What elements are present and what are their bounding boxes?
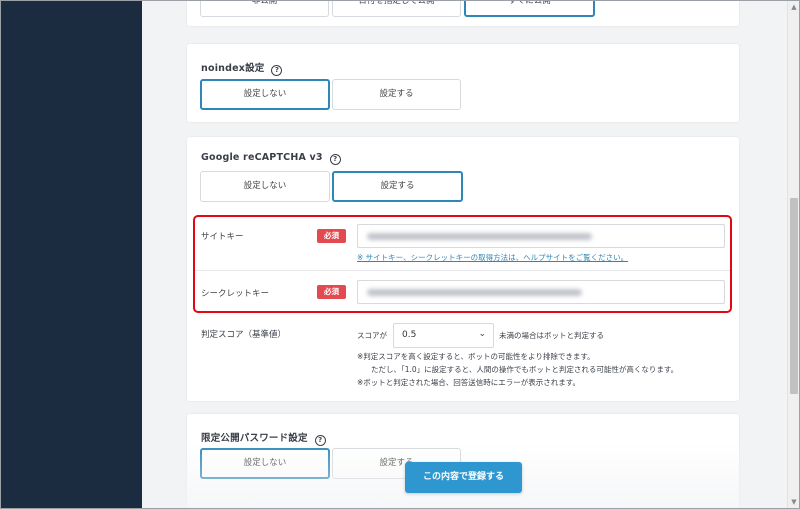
score-note-2: ただし、「1.0」に設定すると、人間の操作でもボットと判定される可能性が高くなり… xyxy=(371,365,679,374)
score-note-3: ※ボットと判定された場合、回答送信時にエラーが表示されます。 xyxy=(357,378,581,387)
noindex-title-row: noindex設定? xyxy=(201,60,283,76)
recaptcha-option-off[interactable]: 設定しない xyxy=(200,171,330,202)
password-option-off[interactable]: 設定しない xyxy=(200,448,330,479)
password-title-row: 限定公開パスワード設定? xyxy=(201,430,326,446)
score-note-1: ※判定スコアを高く設定すると、ボットの可能性をより排除できます。 xyxy=(357,352,595,361)
score-prefix: スコアが xyxy=(357,331,387,340)
score-select[interactable]: 0.5 ⌄ xyxy=(393,323,494,348)
publish-option-private[interactable]: 非公開 xyxy=(200,0,329,17)
publish-card: 非公開 日付を指定して公開 すぐに公開 xyxy=(187,0,739,26)
scroll-up-icon[interactable]: ▲ xyxy=(788,1,800,13)
noindex-card: noindex設定? 設定しない 設定する xyxy=(187,44,739,122)
publish-option-scheduled[interactable]: 日付を指定して公開 xyxy=(332,0,461,17)
submit-button[interactable]: この内容で登録する xyxy=(405,462,522,493)
sidebar xyxy=(1,1,142,508)
recaptcha-option-on[interactable]: 設定する xyxy=(332,171,463,202)
recaptcha-title-row: Google reCAPTCHA v3? xyxy=(201,152,341,165)
highlight-box xyxy=(193,215,732,313)
recaptcha-title: Google reCAPTCHA v3 xyxy=(201,152,323,163)
score-label: 判定スコア（基準値） xyxy=(201,330,287,340)
noindex-title: noindex設定 xyxy=(201,63,265,74)
password-title: 限定公開パスワード設定 xyxy=(201,433,308,444)
scroll-down-icon[interactable]: ▼ xyxy=(788,496,800,508)
help-icon[interactable]: ? xyxy=(271,65,283,76)
chevron-down-icon: ⌄ xyxy=(478,329,486,339)
noindex-option-off[interactable]: 設定しない xyxy=(200,79,330,110)
scrollbar[interactable]: ▲ ▼ xyxy=(787,1,799,508)
help-icon[interactable]: ? xyxy=(314,435,326,446)
score-select-value: 0.5 xyxy=(402,330,417,340)
noindex-option-on[interactable]: 設定する xyxy=(332,79,461,110)
help-icon[interactable]: ? xyxy=(329,154,341,165)
publish-option-now[interactable]: すぐに公開 xyxy=(464,0,595,17)
scrollbar-thumb[interactable] xyxy=(790,198,798,394)
score-suffix: 未満の場合はボットと判定する xyxy=(499,331,604,340)
